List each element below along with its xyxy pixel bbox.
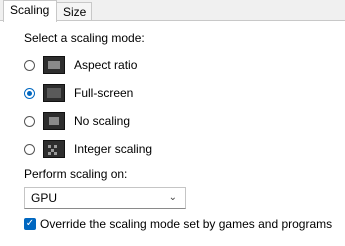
mode-option-integer-scaling[interactable]: Integer scaling xyxy=(24,139,152,159)
radio-integer-scaling[interactable] xyxy=(24,143,35,155)
tab-scaling[interactable]: Scaling xyxy=(3,0,57,22)
override-option[interactable]: ✓ Override the scaling mode set by games… xyxy=(24,215,332,233)
perform-scaling-value: GPU xyxy=(31,191,58,205)
mode-option-full-screen[interactable]: Full-screen xyxy=(24,83,133,103)
override-label: Override the scaling mode set by games a… xyxy=(40,217,333,231)
radio-no-scaling[interactable] xyxy=(24,115,35,127)
perform-scaling-label: Perform scaling on: xyxy=(24,167,128,181)
radio-full-screen[interactable] xyxy=(24,87,35,99)
tab-panel: Select a scaling mode: Aspect ratio Full… xyxy=(0,20,345,246)
radio-aspect-ratio[interactable] xyxy=(24,59,35,71)
scaling-mode-label: Select a scaling mode: xyxy=(24,31,145,45)
tab-size[interactable]: Size xyxy=(56,2,92,20)
mode-label-aspect-ratio: Aspect ratio xyxy=(74,58,138,72)
mode-option-no-scaling[interactable]: No scaling xyxy=(24,111,130,131)
tab-strip: Scaling Size xyxy=(0,0,345,22)
override-checkbox[interactable]: ✓ xyxy=(24,218,36,230)
chevron-down-icon: ⌄ xyxy=(168,192,177,203)
mode-label-no-scaling: No scaling xyxy=(74,114,131,128)
perform-scaling-select[interactable]: GPU ⌄ xyxy=(24,187,186,209)
mode-label-full-screen: Full-screen xyxy=(74,86,134,100)
full-screen-icon xyxy=(43,84,65,102)
no-scaling-icon xyxy=(43,112,65,130)
integer-scaling-icon xyxy=(43,140,65,158)
aspect-ratio-icon xyxy=(43,56,65,74)
mode-option-aspect-ratio[interactable]: Aspect ratio xyxy=(24,55,137,75)
mode-label-integer-scaling: Integer scaling xyxy=(74,142,153,156)
